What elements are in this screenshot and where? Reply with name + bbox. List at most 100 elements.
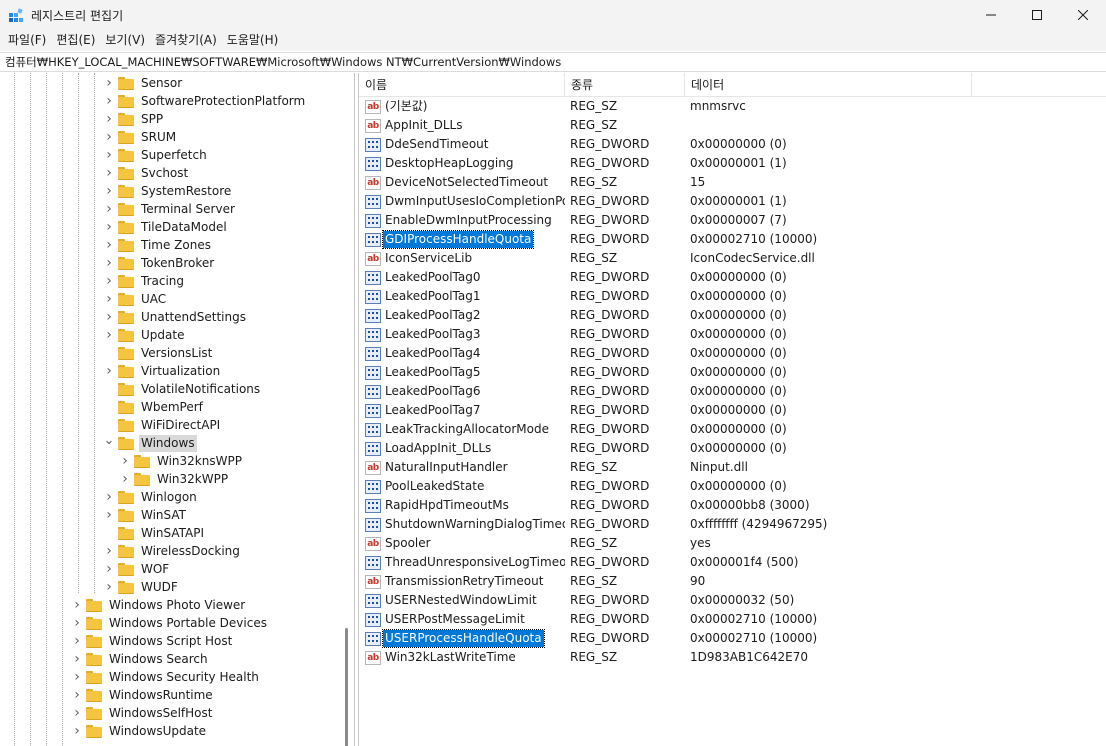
tree-node[interactable]: › Win32kWPP	[120, 470, 230, 488]
chevron-right-icon[interactable]: ›	[104, 182, 114, 200]
tree-node[interactable]: WinSATAPI	[104, 524, 206, 542]
menu-view[interactable]: 보기(V)	[100, 30, 150, 51]
tree-node[interactable]: › SystemRestore	[104, 182, 233, 200]
tree-node[interactable]: › Windows Photo Viewer	[72, 596, 247, 614]
tree-node[interactable]: › Win32knsWPP	[120, 452, 244, 470]
tree-node[interactable]: › Winlogon	[104, 488, 199, 506]
address-bar[interactable]: 컴퓨터₩HKEY_LOCAL_MACHINE₩SOFTWARE₩Microsof…	[0, 52, 1106, 72]
value-row[interactable]: USERProcessHandleQuota REG_DWORD 0x0000271…	[359, 629, 1106, 648]
value-row[interactable]: ab DeviceNotSelectedTimeout REG_SZ 15	[359, 173, 1106, 192]
value-row[interactable]: LeakedPoolTag3 REG_DWORD 0x00000000 (0)	[359, 325, 1106, 344]
tree-node[interactable]: WbemPerf	[104, 398, 205, 416]
tree-node[interactable]: › TokenBroker	[104, 254, 216, 272]
tree-node[interactable]: ⌄ Windows	[104, 431, 197, 452]
chevron-right-icon[interactable]: ›	[104, 200, 114, 218]
chevron-right-icon[interactable]: ›	[72, 686, 82, 704]
column-header-data[interactable]: 데이터	[685, 73, 972, 97]
tree-node[interactable]: WiFiDirectAPI	[104, 416, 222, 434]
tree-node[interactable]: › WirelessDocking	[104, 542, 242, 560]
value-row[interactable]: ab (기본값) REG_SZ mnmsrvc	[359, 97, 1106, 116]
close-button[interactable]	[1060, 0, 1106, 30]
chevron-right-icon[interactable]: ›	[104, 578, 114, 596]
tree-node[interactable]: › WUDF	[104, 578, 180, 596]
tree-node[interactable]: › Svchost	[104, 164, 190, 182]
value-row[interactable]: PoolLeakedState REG_DWORD 0x00000000 (0)	[359, 477, 1106, 496]
tree-node[interactable]: › TileDataModel	[104, 218, 229, 236]
value-row[interactable]: LeakedPoolTag1 REG_DWORD 0x00000000 (0)	[359, 287, 1106, 306]
tree-node[interactable]: › Time Zones	[104, 236, 213, 254]
chevron-right-icon[interactable]: ›	[72, 650, 82, 668]
value-row[interactable]: LeakTrackingAllocatorMode REG_DWORD 0x0000…	[359, 420, 1106, 439]
value-row[interactable]: LeakedPoolTag5 REG_DWORD 0x00000000 (0)	[359, 363, 1106, 382]
menu-edit[interactable]: 편집(E)	[51, 30, 100, 51]
tree-node[interactable]: › Windows Portable Devices	[72, 614, 269, 632]
minimize-button[interactable]	[968, 0, 1014, 30]
chevron-right-icon[interactable]: ›	[104, 164, 114, 182]
maximize-button[interactable]	[1014, 0, 1060, 30]
value-row[interactable]: ShutdownWarningDialogTimeout REG_DWORD 0xf…	[359, 515, 1106, 534]
tree-node[interactable]: › Windows Script Host	[72, 632, 234, 650]
tree-node[interactable]: › WindowsUpdate	[72, 722, 208, 740]
value-row[interactable]: EnableDwmInputProcessing REG_DWORD 0x00000…	[359, 211, 1106, 230]
column-header-name[interactable]: 이름	[359, 73, 565, 97]
chevron-right-icon[interactable]: ›	[72, 722, 82, 740]
chevron-right-icon[interactable]: ›	[72, 596, 82, 614]
chevron-right-icon[interactable]: ›	[104, 488, 114, 506]
tree-node[interactable]: › Superfetch	[104, 146, 209, 164]
chevron-right-icon[interactable]: ›	[104, 290, 114, 308]
chevron-right-icon[interactable]: ›	[72, 668, 82, 686]
tree-node[interactable]: › Windows Security Health	[72, 668, 261, 686]
chevron-down-icon[interactable]: ⌄	[104, 431, 115, 449]
chevron-right-icon[interactable]: ›	[104, 326, 114, 344]
value-row[interactable]: LeakedPoolTag4 REG_DWORD 0x00000000 (0)	[359, 344, 1106, 363]
value-row[interactable]: DwmInputUsesIoCompletionPort REG_DWORD 0x0…	[359, 192, 1106, 211]
tree-node[interactable]: › Windows Search	[72, 650, 210, 668]
menu-file[interactable]: 파일(F)	[3, 30, 51, 51]
tree-node[interactable]: › Terminal Server	[104, 200, 237, 218]
tree-node[interactable]: VersionsList	[104, 344, 214, 362]
chevron-right-icon[interactable]: ›	[104, 560, 114, 578]
tree-node[interactable]: › Sensor	[104, 74, 184, 92]
tree-node[interactable]: › Update	[104, 326, 186, 344]
tree-node[interactable]: › SPP	[104, 110, 165, 128]
tree-node[interactable]: › WindowsRuntime	[72, 686, 215, 704]
tree-node[interactable]: › Virtualization	[104, 362, 222, 380]
chevron-right-icon[interactable]: ›	[104, 218, 114, 236]
chevron-right-icon[interactable]: ›	[104, 506, 114, 524]
value-row[interactable]: LeakedPoolTag0 REG_DWORD 0x00000000 (0)	[359, 268, 1106, 287]
value-row[interactable]: LeakedPoolTag7 REG_DWORD 0x00000000 (0)	[359, 401, 1106, 420]
value-row[interactable]: USERPostMessageLimit REG_DWORD 0x00002710 …	[359, 610, 1106, 629]
chevron-right-icon[interactable]: ›	[104, 92, 114, 110]
value-row[interactable]: ab NaturalInputHandler REG_SZ Ninput.dll	[359, 458, 1106, 477]
chevron-right-icon[interactable]: ›	[104, 308, 114, 326]
value-row[interactable]: RapidHpdTimeoutMs REG_DWORD 0x00000bb8 (30…	[359, 496, 1106, 515]
chevron-right-icon[interactable]: ›	[72, 704, 82, 722]
chevron-right-icon[interactable]: ›	[120, 452, 130, 470]
value-row[interactable]: GDIProcessHandleQuota REG_DWORD 0x00002710…	[359, 230, 1106, 249]
menu-favorites[interactable]: 즐겨찾기(A)	[150, 30, 222, 51]
chevron-right-icon[interactable]: ›	[104, 362, 114, 380]
tree-node[interactable]: › UnattendSettings	[104, 308, 248, 326]
value-row[interactable]: ab Spooler REG_SZ yes	[359, 534, 1106, 553]
chevron-right-icon[interactable]: ›	[104, 236, 114, 254]
value-row[interactable]: ThreadUnresponsiveLogTimeout REG_DWORD 0x0…	[359, 553, 1106, 572]
value-row[interactable]: ab IconServiceLib REG_SZ IconCodecService.d…	[359, 249, 1106, 268]
chevron-right-icon[interactable]: ›	[104, 74, 114, 92]
value-row[interactable]: LeakedPoolTag2 REG_DWORD 0x00000000 (0)	[359, 306, 1106, 325]
chevron-right-icon[interactable]: ›	[120, 470, 130, 488]
value-row[interactable]: ab AppInit_DLLs REG_SZ	[359, 116, 1106, 135]
chevron-right-icon[interactable]: ›	[104, 542, 114, 560]
tree-scrollbar[interactable]	[344, 73, 354, 746]
chevron-right-icon[interactable]: ›	[104, 272, 114, 290]
tree-node[interactable]: VolatileNotifications	[104, 380, 262, 398]
value-row[interactable]: ab Win32kLastWriteTime REG_SZ 1D983AB1C642E…	[359, 648, 1106, 667]
chevron-right-icon[interactable]: ›	[104, 254, 114, 272]
tree-node[interactable]: › WinSAT	[104, 506, 188, 524]
tree-node[interactable]: › SoftwareProtectionPlatform	[104, 92, 307, 110]
tree-node[interactable]: › UAC	[104, 290, 168, 308]
value-row[interactable]: LeakedPoolTag6 REG_DWORD 0x00000000 (0)	[359, 382, 1106, 401]
menu-help[interactable]: 도움말(H)	[222, 30, 284, 51]
chevron-right-icon[interactable]: ›	[72, 632, 82, 650]
chevron-right-icon[interactable]: ›	[104, 146, 114, 164]
tree-node[interactable]: › Tracing	[104, 272, 186, 290]
